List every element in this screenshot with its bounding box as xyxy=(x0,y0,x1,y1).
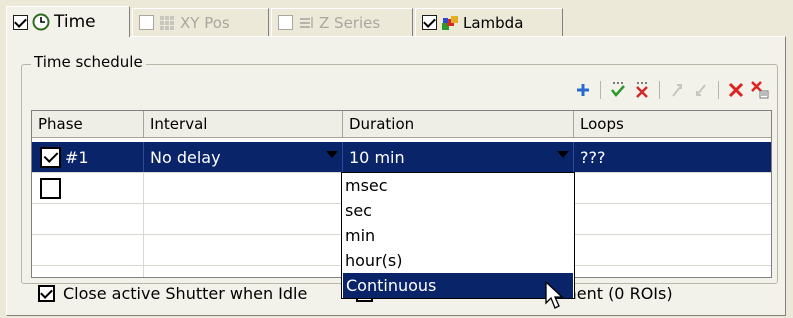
phase-cell: #1 xyxy=(32,142,144,172)
loops-value: ??? xyxy=(580,147,606,167)
schedule-toolbar xyxy=(572,79,771,101)
option-msec[interactable]: msec xyxy=(342,173,574,198)
uncheck-all-button[interactable] xyxy=(631,79,653,101)
tab-lambda[interactable]: Lambda xyxy=(415,8,563,36)
z-stack-icon xyxy=(300,16,313,28)
toolbar-separator xyxy=(600,81,601,99)
mouse-cursor-icon xyxy=(545,281,564,309)
column-header-loops[interactable]: Loops xyxy=(574,111,771,138)
move-down-button xyxy=(690,79,712,101)
tab-z-series-label: Z Series xyxy=(319,13,381,32)
column-header-duration[interactable]: Duration xyxy=(343,111,574,138)
close-shutter-option[interactable]: Close active Shutter when Idle xyxy=(38,284,307,303)
group-title: Time schedule xyxy=(31,53,146,71)
move-down-icon xyxy=(696,84,706,96)
option-continuous[interactable]: Continuous xyxy=(343,273,573,298)
empty-cell xyxy=(32,204,144,234)
phase-cell xyxy=(32,173,144,203)
option-hours[interactable]: hour(s) xyxy=(342,248,574,273)
tab-z-series[interactable]: Z Series xyxy=(271,8,413,36)
duration-unit-dropdown[interactable]: msec sec min hour(s) Continuous xyxy=(341,172,575,299)
uncheck-all-icon xyxy=(636,82,648,98)
empty-cell xyxy=(32,266,144,277)
toolbar-separator xyxy=(718,81,719,99)
loops-cell[interactable]: ??? xyxy=(574,142,771,172)
toolbar-separator xyxy=(659,81,660,99)
empty-cell xyxy=(144,266,343,277)
move-up-icon xyxy=(672,84,682,97)
check-all-icon xyxy=(611,82,625,97)
tab-time-label: Time xyxy=(54,12,96,32)
delete-icon xyxy=(728,82,744,98)
time-checkbox[interactable] xyxy=(13,14,28,30)
delete-all-button[interactable] xyxy=(749,79,771,101)
tab-strip: Time XY Pos Z Series Lambda xyxy=(6,6,786,37)
delete-phase-button[interactable] xyxy=(725,79,747,101)
empty-cell xyxy=(144,204,343,234)
lambda-checkbox[interactable] xyxy=(422,15,437,30)
empty-cell xyxy=(144,235,343,265)
tab-xy-pos[interactable]: XY Pos xyxy=(132,8,269,36)
grid-icon xyxy=(160,15,174,30)
clock-icon xyxy=(32,13,50,31)
phase-number: #1 xyxy=(65,147,89,167)
add-phase-button[interactable] xyxy=(572,79,594,101)
add-icon xyxy=(577,84,589,96)
loops-cell[interactable] xyxy=(574,173,771,203)
phase-checkbox[interactable] xyxy=(40,146,61,168)
close-shutter-label: Close active Shutter when Idle xyxy=(63,284,308,303)
interval-cell[interactable] xyxy=(144,173,343,203)
phase-checkbox[interactable] xyxy=(40,177,61,199)
tab-lambda-label: Lambda xyxy=(463,13,524,32)
interval-combo[interactable]: No delay xyxy=(144,142,343,172)
option-sec[interactable]: sec xyxy=(342,198,574,223)
duration-value: 10 min xyxy=(349,147,405,167)
interval-value: No delay xyxy=(150,147,221,167)
chevron-down-icon[interactable] xyxy=(326,151,338,158)
z-series-checkbox[interactable] xyxy=(278,15,293,30)
delete-all-icon xyxy=(751,81,769,99)
empty-cell xyxy=(32,235,144,265)
tab-xy-pos-label: XY Pos xyxy=(180,13,230,32)
lambda-colors-icon xyxy=(442,15,458,30)
table-row[interactable]: #1 No delay 10 min ??? xyxy=(32,142,771,173)
chevron-down-icon[interactable] xyxy=(557,151,569,158)
column-header-phase[interactable]: Phase xyxy=(32,111,144,138)
option-min[interactable]: min xyxy=(342,223,574,248)
check-all-button[interactable] xyxy=(607,79,629,101)
tab-time[interactable]: Time xyxy=(6,6,130,37)
duration-combo[interactable]: 10 min xyxy=(343,142,574,172)
column-header-interval[interactable]: Interval xyxy=(144,111,343,138)
move-up-button xyxy=(666,79,688,101)
xy-pos-checkbox[interactable] xyxy=(139,15,154,30)
close-shutter-checkbox[interactable] xyxy=(38,285,55,302)
